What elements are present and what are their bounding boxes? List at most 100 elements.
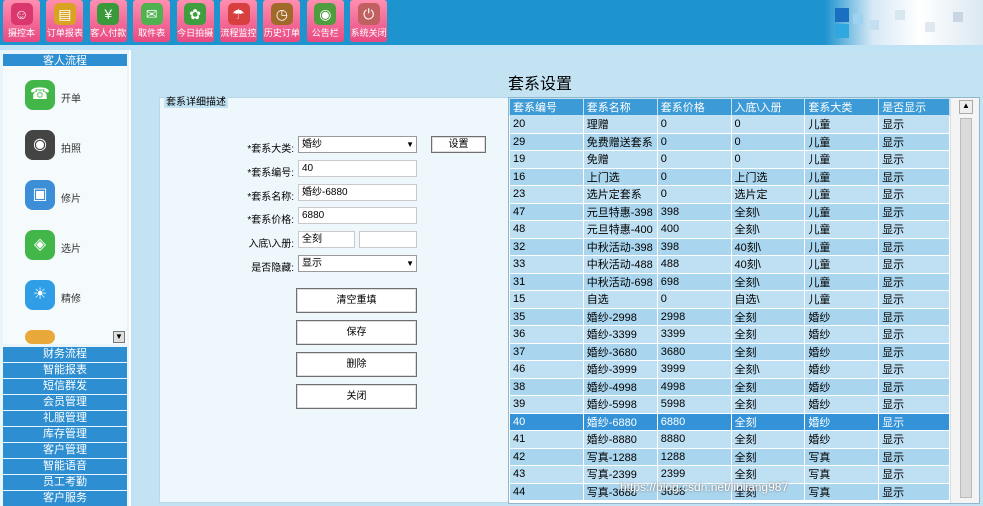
table-row[interactable]: 38 婚纱-4998 4998 全刻 婚纱 显示 — [509, 377, 950, 396]
table-row[interactable]: 46 婚纱-3999 3999 全刻\ 婚纱 显示 — [509, 360, 950, 379]
clear-button[interactable]: 清空重填 — [296, 288, 417, 313]
column-header[interactable]: 套系大类 — [804, 98, 880, 116]
toolbar-button-label: 历史订单 — [263, 28, 300, 38]
column-header[interactable]: 是否显示 — [878, 98, 950, 116]
table-row[interactable]: 47 元旦特惠-398 398 全刻\ 儿童 显示 — [509, 202, 950, 221]
flow-item-partial[interactable] — [23, 330, 123, 344]
scroll-up-icon[interactable]: ▲ — [959, 100, 973, 114]
table-cell: 0 — [730, 132, 806, 151]
table-cell: 16 — [509, 167, 584, 186]
table-row[interactable]: 36 婚纱-3399 3399 全刻 婚纱 显示 — [509, 325, 950, 344]
table-row[interactable]: 29 免费赠送套系 0 0 儿童 显示 — [509, 132, 950, 151]
table-row[interactable]: 40 婚纱-6880 6880 全刻 婚纱 显示 — [509, 412, 950, 431]
table-row[interactable]: 32 中秋活动-398 398 40刻\ 儿童 显示 — [509, 237, 950, 256]
menu-item-3[interactable]: 会员管理 — [3, 395, 127, 410]
table-row[interactable]: 41 婚纱-8880 8880 全刻 婚纱 显示 — [509, 430, 950, 449]
table-row[interactable]: 31 中秋活动-698 698 全刻\ 儿童 显示 — [509, 272, 950, 291]
table-cell: 显示 — [878, 430, 950, 449]
menu-item-2[interactable]: 短信群发 — [3, 379, 127, 394]
table-cell: 39 — [509, 395, 584, 414]
table-cell: 显示 — [878, 237, 950, 256]
menu-item-1[interactable]: 智能报表 — [3, 363, 127, 378]
table-cell: 40刻\ — [730, 255, 806, 274]
table-cell: 全刻 — [730, 395, 806, 414]
toolbar-button-2[interactable]: ¥ 客人付款 — [89, 0, 127, 42]
toolbar-button-0[interactable]: ☺ 摄控本 — [3, 0, 40, 42]
table-row[interactable]: 37 婚纱-3680 3680 全刻 婚纱 显示 — [509, 342, 950, 361]
toolbar-button-1[interactable]: ▤ 订单报表 — [46, 0, 84, 42]
table-cell: 显示 — [878, 150, 950, 169]
table-row[interactable]: 15 自选 0 自选\ 儿童 显示 — [509, 290, 950, 309]
toolbar-button-8[interactable]: ⏻ 系统关闭 — [350, 0, 388, 42]
table-row[interactable]: 42 写真-1288 1288 全刻 写真 显示 — [509, 447, 950, 466]
flow-item-3[interactable]: ◈ 选片 — [23, 230, 123, 270]
table-cell: 婚纱-6880 — [582, 412, 658, 431]
flow-item-1[interactable]: ◉ 拍照 — [23, 130, 123, 170]
table-row[interactable]: 19 免赠 0 0 儿童 显示 — [509, 150, 950, 169]
save-button[interactable]: 保存 — [296, 320, 417, 345]
table-cell: 显示 — [878, 377, 950, 396]
bulletin-icon: ◉ — [314, 3, 337, 25]
album-field-2[interactable] — [359, 231, 417, 248]
menu-item-6[interactable]: 客户管理 — [3, 443, 127, 458]
menu-item-0[interactable]: 财务流程 — [3, 347, 127, 362]
column-header[interactable]: 套系编号 — [509, 98, 584, 116]
settings-button[interactable]: 设置 — [431, 136, 486, 153]
toolbar-button-label: 流程监控 — [220, 28, 257, 38]
table-scrollbar[interactable]: ▲ — [950, 98, 979, 503]
flow-item-4[interactable]: ☀ 精修 — [23, 280, 123, 320]
name-field[interactable]: 婚纱-6880 — [298, 184, 417, 201]
flow-item-2[interactable]: ▣ 修片 — [23, 180, 123, 220]
menu-item-8[interactable]: 员工考勤 — [3, 475, 127, 490]
column-header[interactable]: 套系名称 — [582, 98, 658, 116]
table-cell: 中秋活动-488 — [582, 255, 658, 274]
price-label: *套系价格: — [247, 215, 294, 226]
close-button[interactable]: 关闭 — [296, 384, 417, 409]
flow-item-label: 修片 — [61, 194, 81, 205]
table-row[interactable]: 39 婚纱-5998 5998 全刻 婚纱 显示 — [509, 395, 950, 414]
table-cell: 婚纱-3399 — [582, 325, 658, 344]
code-field[interactable]: 40 — [298, 160, 417, 177]
table-row[interactable]: 20 理赠 0 0 儿童 显示 — [509, 115, 950, 134]
flow-item-0[interactable]: ☎ 开单 — [23, 80, 123, 120]
table-cell: 显示 — [878, 412, 950, 431]
column-header[interactable]: 入底\入册 — [730, 98, 806, 116]
table-cell: 0 — [656, 167, 732, 186]
menu-item-4[interactable]: 礼服管理 — [3, 411, 127, 426]
table-cell: 儿童 — [804, 237, 880, 256]
price-field[interactable]: 6880 — [298, 207, 417, 224]
toolbar-button-label: 客人付款 — [90, 28, 127, 38]
person-icon: ☺ — [10, 3, 33, 25]
table-row[interactable]: 48 元旦特惠-400 400 全刻\ 儿童 显示 — [509, 220, 950, 239]
scroll-down-icon[interactable]: ▼ — [113, 331, 125, 343]
menu-item-5[interactable]: 库存管理 — [3, 427, 127, 442]
album-field-1[interactable]: 全刻 — [298, 231, 355, 248]
scroll-thumb[interactable] — [960, 118, 972, 498]
table-cell: 显示 — [878, 360, 950, 379]
toolbar-button-3[interactable]: ✉ 取件表 — [133, 0, 171, 42]
category-select[interactable]: 婚纱 ▼ — [298, 136, 417, 153]
table-cell: 5998 — [656, 395, 732, 414]
logo — [825, 0, 983, 45]
main-content: 套系设置 套系详细描述 *套系大类: 婚纱 ▼ 设置 *套系编号: 40 *套系… — [135, 50, 983, 506]
menu-item-7[interactable]: 智能语音 — [3, 459, 127, 474]
table-cell: 婚纱 — [804, 395, 880, 414]
table-row[interactable]: 33 中秋活动-488 488 40刻\ 儿童 显示 — [509, 255, 950, 274]
table-cell: 元旦特惠-398 — [582, 202, 658, 221]
delete-button[interactable]: 删除 — [296, 352, 417, 377]
toolbar-button-5[interactable]: ☂ 流程监控 — [220, 0, 257, 42]
toolbar-button-6[interactable]: ◷ 历史订单 — [263, 0, 301, 42]
menu-item-9[interactable]: 客户服务 — [3, 491, 127, 506]
table-row[interactable]: 16 上门选 0 上门选 儿童 显示 — [509, 167, 950, 186]
table-cell: 中秋活动-698 — [582, 272, 658, 291]
toolbar-button-7[interactable]: ◉ 公告栏 — [306, 0, 344, 42]
table-row[interactable]: 35 婚纱-2998 2998 全刻 婚纱 显示 — [509, 307, 950, 326]
hidden-select[interactable]: 显示 ▼ — [298, 255, 417, 272]
toolbar-button-4[interactable]: ✿ 今日拍摄 — [176, 0, 214, 42]
table-row[interactable]: 23 选片定套系 0 选片定 儿童 显示 — [509, 185, 950, 204]
flow-item-label: 开单 — [61, 94, 81, 105]
column-header[interactable]: 套系价格 — [656, 98, 732, 116]
table-cell: 15 — [509, 290, 584, 309]
history-icon: ◷ — [270, 3, 293, 25]
table-cell: 显示 — [878, 220, 950, 239]
